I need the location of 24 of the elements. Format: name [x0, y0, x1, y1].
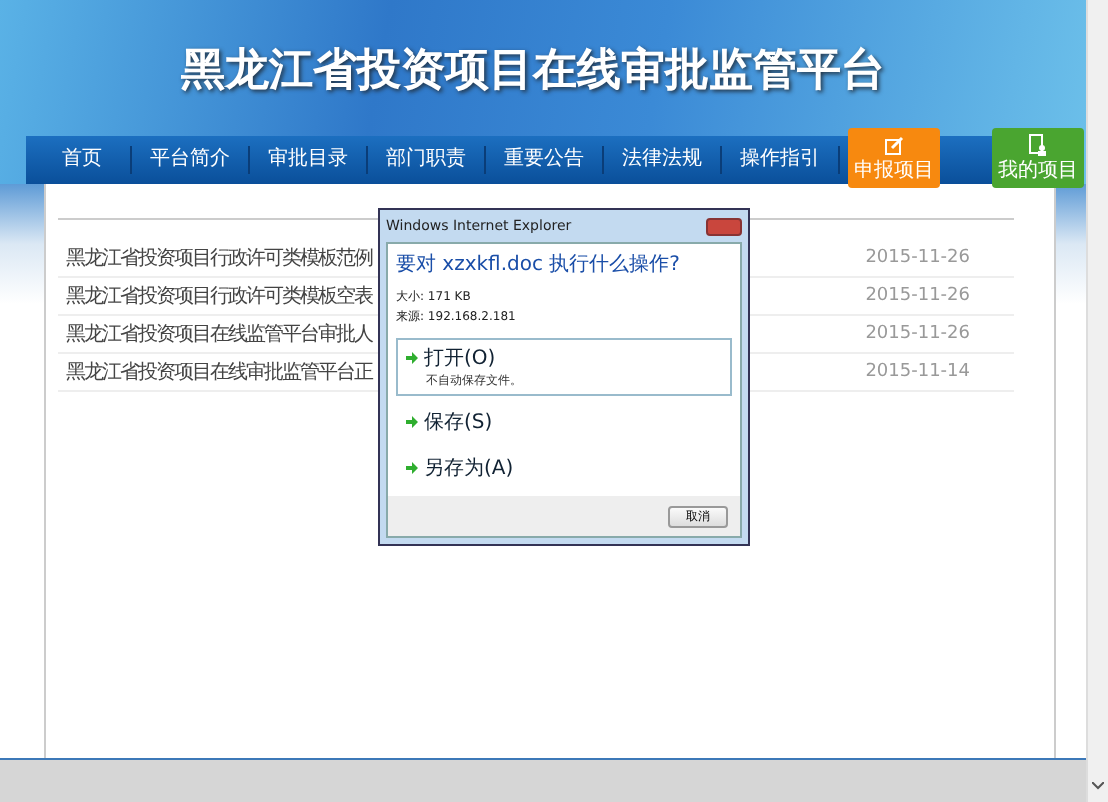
document-user-icon	[1028, 134, 1048, 156]
notice-date: 2015-11-26	[865, 248, 970, 268]
arrow-icon	[406, 462, 418, 474]
nav-link[interactable]: 首页	[26, 146, 132, 174]
nav-link[interactable]: 部门职责	[368, 146, 486, 174]
dialog-question: 要对 xzxkfl.doc 执行什么操作?	[396, 251, 682, 278]
site-title: 黑龙江省投资项目在线审批监管平台	[181, 43, 885, 100]
notice-title[interactable]: 黑龙江省投资项目在线监管平台审批人	[66, 320, 372, 348]
notice-title[interactable]: 黑龙江省投资项目行政许可类模板空表	[66, 282, 372, 310]
nav-link[interactable]: 操作指引	[722, 146, 840, 174]
notice-title[interactable]: 黑龙江省投资项目在线审批监管平台正	[66, 358, 372, 386]
notice-date: 2015-11-14	[865, 362, 970, 382]
notice-date: 2015-11-26	[865, 324, 970, 344]
notice-date: 2015-11-26	[865, 286, 970, 306]
notice-title[interactable]: 黑龙江省投资项目行政许可类模板范例	[66, 244, 372, 272]
nav-link[interactable]: 平台简介	[132, 146, 250, 174]
nav-link[interactable]: 法律法规	[604, 146, 722, 174]
arrow-icon	[406, 416, 418, 428]
pencil-icon	[884, 136, 904, 156]
nav-link[interactable]: 审批目录	[250, 146, 368, 174]
nav-link[interactable]: 重要公告	[486, 146, 604, 174]
close-button[interactable]	[706, 217, 742, 235]
scrollbar[interactable]	[1086, 0, 1108, 802]
arrow-icon	[406, 352, 418, 364]
